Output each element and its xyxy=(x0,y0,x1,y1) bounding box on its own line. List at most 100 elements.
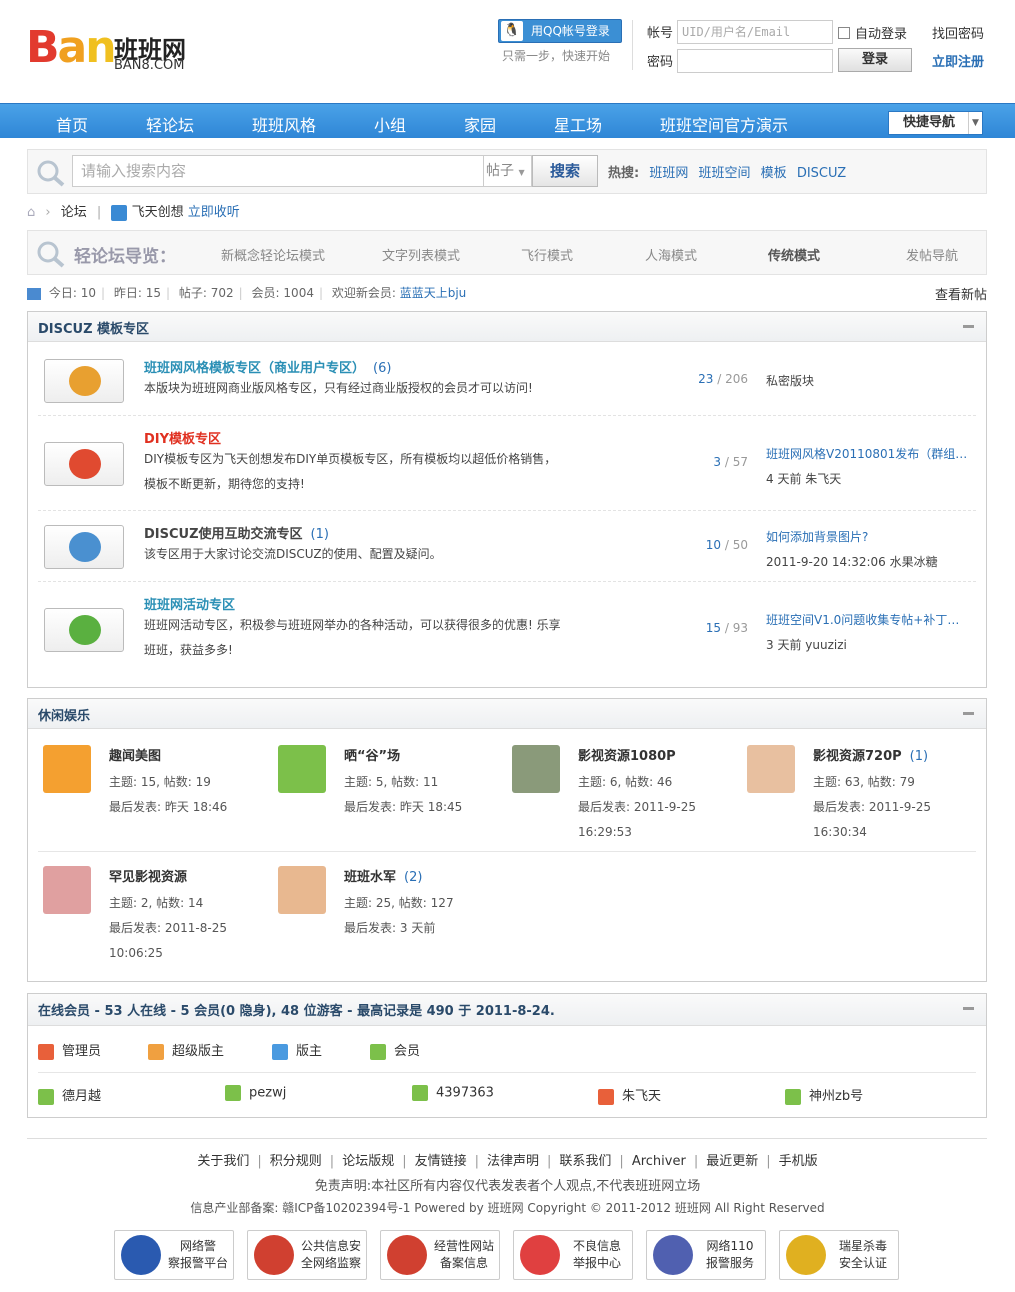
group-title[interactable]: 影视资源1080P xyxy=(578,745,684,764)
forum-icon[interactable] xyxy=(44,441,124,486)
login-button[interactable]: 登录 xyxy=(838,48,912,72)
user-name[interactable]: 朱飞天 xyxy=(622,1089,661,1104)
nav-groups[interactable]: 小组 xyxy=(374,112,406,136)
online-user[interactable]: 朱飞天 xyxy=(598,1085,661,1105)
forgot-password-link[interactable]: 找回密码 xyxy=(932,23,984,42)
group-title[interactable]: 罕见影视资源 xyxy=(109,866,195,885)
user-name[interactable]: pezwj xyxy=(249,1086,286,1101)
group-title[interactable]: 趣闻美图 xyxy=(109,745,169,764)
listen-link[interactable]: 立即收听 xyxy=(188,205,240,220)
nav-styles[interactable]: 班班风格 xyxy=(252,112,316,136)
guide-link[interactable]: 新概念轻论坛模式 xyxy=(221,245,325,264)
security-badge[interactable]: 不良信息 举报中心 xyxy=(513,1230,633,1280)
forum-icon[interactable] xyxy=(44,524,124,569)
last-post-user[interactable]: 朱飞天 xyxy=(805,472,841,486)
footer-link[interactable]: 联系我们 xyxy=(559,1154,611,1169)
security-badge[interactable]: 经营性网站 备案信息 xyxy=(380,1230,500,1280)
security-badge[interactable]: 公共信息安 全网络监察 xyxy=(247,1230,367,1280)
nav-home-space[interactable]: 家园 xyxy=(464,112,496,136)
forum-title[interactable]: 班班网活动专区 xyxy=(144,594,243,613)
last-post-user[interactable]: yuuzizi xyxy=(805,638,847,652)
group-name[interactable]: 趣闻美图 xyxy=(109,749,161,764)
collapse-icon[interactable] xyxy=(963,325,974,328)
password-field[interactable] xyxy=(677,49,833,73)
user-name[interactable]: 神州zb号 xyxy=(809,1089,863,1104)
hot-search-link[interactable]: 模板 xyxy=(761,166,787,181)
group-name[interactable]: 影视资源1080P xyxy=(578,749,676,764)
guide-link[interactable]: 文字列表模式 xyxy=(382,245,460,264)
footer-link[interactable]: 最近更新 xyxy=(706,1154,758,1169)
security-badge[interactable]: 网络110 报警服务 xyxy=(646,1230,766,1280)
footer-link[interactable]: 积分规则 xyxy=(270,1154,322,1169)
nav-light-forum[interactable]: 轻论坛 xyxy=(146,112,194,136)
forum-title[interactable]: DISCUZ使用互助交流专区 (1) xyxy=(144,523,329,542)
group-name[interactable]: 班班水军 xyxy=(344,870,396,885)
breadcrumb-forum[interactable]: 论坛 xyxy=(61,205,87,220)
newest-member-link[interactable]: 蓝蓝天上bju xyxy=(400,286,467,300)
last-post-user[interactable]: 水果冰糖 xyxy=(890,555,938,569)
guide-link[interactable]: 飞行模式 xyxy=(521,245,573,264)
site-logo[interactable]: Ban 班班网 BAN8.COM xyxy=(26,18,196,88)
online-user[interactable]: 德月越 xyxy=(38,1085,101,1105)
user-name[interactable]: 德月越 xyxy=(62,1089,101,1104)
home-icon[interactable]: ⌂ xyxy=(27,205,35,220)
footer-link[interactable]: 论坛版规 xyxy=(342,1154,394,1169)
group-image[interactable] xyxy=(43,745,91,793)
online-user[interactable]: 神州zb号 xyxy=(785,1085,863,1105)
forum-name[interactable]: 班班网风格模板专区（商业用户专区） xyxy=(144,361,365,376)
footer-link[interactable]: 法律声明 xyxy=(487,1154,539,1169)
group-name[interactable]: 影视资源720P xyxy=(813,749,902,764)
nav-space-demo[interactable]: 班班空间官方演示 xyxy=(660,112,788,136)
forum-title[interactable]: DIY模板专区 xyxy=(144,428,229,447)
guide-link[interactable]: 传统模式 xyxy=(768,245,820,264)
search-type-select[interactable]: 帖子 ▼ xyxy=(484,155,532,187)
footer-link[interactable]: 手机版 xyxy=(779,1154,818,1169)
nav-star-workshop[interactable]: 星工场 xyxy=(554,112,602,136)
last-post-title[interactable]: 班班空间V1.0问题收集专帖+补丁… xyxy=(766,608,959,633)
group-name[interactable]: 晒“谷”场 xyxy=(344,749,400,764)
search-button[interactable]: 搜索 xyxy=(532,155,598,187)
forum-title[interactable]: 班班网风格模板专区（商业用户专区） (6) xyxy=(144,357,391,376)
nav-home[interactable]: 首页 xyxy=(56,112,88,136)
footer-link[interactable]: Archiver xyxy=(632,1154,686,1169)
last-post-title[interactable]: 私密版块 xyxy=(766,369,814,394)
last-post-title[interactable]: 班班网风格V20110801发布（群组… xyxy=(766,442,967,467)
register-link[interactable]: 立即注册 xyxy=(932,51,984,70)
forum-name[interactable]: DIY模板专区 xyxy=(144,432,221,447)
group-image[interactable] xyxy=(512,745,560,793)
auto-login-checkbox[interactable] xyxy=(838,27,850,39)
security-badge[interactable]: 网络警 察报警平台 xyxy=(114,1230,234,1280)
footer-link[interactable]: 友情链接 xyxy=(415,1154,467,1169)
group-image[interactable] xyxy=(278,866,326,914)
group-title[interactable]: 晒“谷”场 xyxy=(344,745,408,764)
group-image[interactable] xyxy=(747,745,795,793)
security-badge[interactable]: 瑞星杀毒 安全认证 xyxy=(779,1230,899,1280)
guide-link[interactable]: 人海模式 xyxy=(645,245,697,264)
group-image[interactable] xyxy=(43,866,91,914)
qq-login-button[interactable]: 🐧 用QQ帐号登录 xyxy=(498,19,622,43)
group-image[interactable] xyxy=(278,745,326,793)
view-new-posts-link[interactable]: 查看新帖 xyxy=(935,284,987,303)
online-user[interactable]: pezwj xyxy=(225,1085,286,1101)
forum-name[interactable]: 班班网活动专区 xyxy=(144,598,235,613)
forum-name[interactable]: DISCUZ使用互助交流专区 xyxy=(144,527,303,542)
group-name[interactable]: 罕见影视资源 xyxy=(109,870,187,885)
search-input[interactable]: 请输入搜索内容 xyxy=(72,155,484,187)
user-name[interactable]: 4397363 xyxy=(436,1086,494,1101)
forum-icon[interactable] xyxy=(44,607,124,652)
forum-icon[interactable] xyxy=(44,358,124,403)
last-post-title[interactable]: 如何添加背景图片? xyxy=(766,525,938,550)
group-title[interactable]: 班班水军 (2) xyxy=(344,866,422,885)
collapse-icon[interactable] xyxy=(963,1007,974,1010)
hot-search-link[interactable]: DISCUZ xyxy=(797,166,846,181)
collapse-icon[interactable] xyxy=(963,712,974,715)
account-field[interactable]: UID/用户名/Email xyxy=(677,20,833,44)
quick-nav-button[interactable]: 快捷导航 ▼ xyxy=(888,111,983,135)
guide-link[interactable]: 发帖导航 xyxy=(906,245,958,264)
footer-link[interactable]: 关于我们 xyxy=(197,1154,249,1169)
group-title[interactable]: 影视资源720P (1) xyxy=(813,745,928,764)
hot-search-link[interactable]: 班班空间 xyxy=(699,166,751,181)
hot-search-link[interactable]: 班班网 xyxy=(649,166,688,181)
badge-line: 报警服务 xyxy=(705,1256,754,1270)
online-user[interactable]: 4397363 xyxy=(412,1085,494,1101)
